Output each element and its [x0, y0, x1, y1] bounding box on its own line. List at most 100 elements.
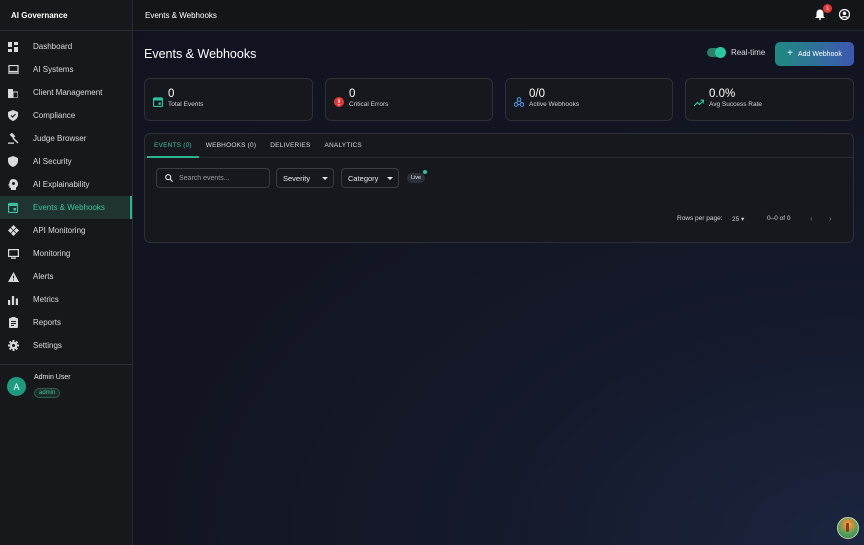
events-panel: EVENTS (0) WEBHOOKS (0) DELIVERIES ANALY…: [144, 133, 854, 243]
chevron-down-icon: [322, 177, 328, 180]
event-icon: [7, 202, 19, 214]
tab-deliveries[interactable]: DELIVERIES: [263, 134, 317, 157]
page-title: Events & Webhooks: [144, 47, 257, 61]
sidebar-item-ai-systems[interactable]: AI Systems: [0, 58, 132, 81]
account-circle-icon: [838, 8, 851, 22]
sidebar-item-label: API Monitoring: [33, 226, 86, 235]
previous-page-button[interactable]: ‹: [810, 214, 813, 223]
tab-events[interactable]: EVENTS (0): [147, 134, 199, 158]
topbar: Events & Webhooks 1: [133, 0, 864, 31]
sidebar-item-label: Metrics: [33, 295, 59, 304]
pagination-range: 0–0 of 0: [767, 215, 791, 222]
tab-bar: EVENTS (0) WEBHOOKS (0) DELIVERIES ANALY…: [145, 134, 853, 158]
search-field[interactable]: [156, 168, 270, 188]
live-label: Live: [411, 175, 422, 181]
api-icon: [7, 225, 19, 237]
webhook-icon: [513, 94, 525, 107]
report-icon: [7, 317, 19, 329]
plus-icon: +: [787, 48, 793, 59]
tab-webhooks[interactable]: WEBHOOKS (0): [199, 134, 263, 157]
bell-icon: [815, 9, 825, 22]
sidebar-item-dashboard[interactable]: Dashboard: [0, 35, 132, 58]
stat-card-avg-success-rate: 0.0% Avg Success Rate: [685, 78, 854, 121]
stat-label: Total Events: [168, 101, 204, 108]
gear-icon: [7, 340, 19, 352]
rows-per-page-label: Rows per page:: [677, 215, 723, 222]
trending-up-icon: [693, 94, 705, 107]
account-button[interactable]: [838, 8, 851, 22]
sidebar-item-metrics[interactable]: Metrics: [0, 288, 132, 311]
category-label: Category: [348, 173, 379, 183]
realtime-toggle[interactable]: Real-time: [707, 47, 766, 58]
category-select[interactable]: Category: [341, 168, 399, 188]
sidebar-item-client-management[interactable]: Client Management: [0, 81, 132, 104]
warning-icon: [7, 271, 19, 283]
stat-value: 0: [168, 88, 175, 100]
sidebar-item-label: Alerts: [33, 272, 54, 281]
business-icon: [7, 87, 19, 99]
add-webhook-button[interactable]: + Add Webhook: [775, 42, 854, 66]
sidebar-item-api-monitoring[interactable]: API Monitoring: [0, 219, 132, 242]
stat-value: 0.0%: [709, 88, 736, 100]
sidebar-item-ai-explainability[interactable]: AI Explainability: [0, 173, 132, 196]
sidebar-item-label: Settings: [33, 341, 62, 350]
tab-analytics[interactable]: ANALYTICS: [318, 134, 369, 157]
rows-per-page-select[interactable]: 25 ▾: [732, 215, 744, 223]
severity-label: Severity: [283, 173, 311, 183]
add-webhook-label: Add Webhook: [797, 50, 842, 58]
sidebar-item-label: Events & Webhooks: [33, 203, 105, 212]
notification-count-badge: 1: [823, 4, 832, 13]
sidebar-item-label: Reports: [33, 318, 62, 327]
sidebar-item-monitoring[interactable]: Monitoring: [0, 242, 132, 265]
sidebar-item-compliance[interactable]: Compliance: [0, 104, 132, 127]
notifications-button[interactable]: 1: [815, 4, 832, 22]
sidebar-item-alerts[interactable]: Alerts: [0, 265, 132, 288]
chevron-down-icon: [387, 177, 393, 180]
stat-value: 0/0: [529, 88, 545, 100]
app-title: AI Governance: [0, 0, 132, 31]
assistant-fab-button[interactable]: [837, 517, 859, 539]
stat-label: Avg Success Rate: [709, 101, 762, 108]
next-page-button[interactable]: ›: [829, 214, 832, 223]
user-role-badge: admin: [34, 388, 61, 398]
stat-card-total-events: 0 Total Events: [144, 78, 313, 121]
avatar: A: [7, 377, 26, 396]
sidebar-item-events-webhooks[interactable]: Events & Webhooks: [0, 196, 132, 219]
dashboard-icon: [7, 41, 19, 53]
psychology-icon: [7, 179, 19, 191]
sidebar-item-label: AI Security: [33, 157, 72, 166]
stat-card-critical-errors: 0 Critical Errors: [325, 78, 493, 121]
user-name: Admin User: [34, 374, 71, 381]
monitor-icon: [7, 248, 19, 260]
search-icon: [165, 169, 174, 187]
sidebar-item-label: Compliance: [33, 111, 76, 120]
live-chip: Live: [407, 170, 428, 183]
error-icon: [334, 94, 344, 107]
stat-label: Critical Errors: [349, 101, 389, 108]
sidebar-item-label: Judge Browser: [33, 134, 87, 143]
laptop-icon: [7, 64, 19, 76]
realtime-label: Real-time: [731, 48, 766, 57]
shield-check-icon: [7, 110, 19, 122]
stat-value: 0: [349, 88, 356, 100]
sidebar-item-settings[interactable]: Settings: [0, 334, 132, 357]
sidebar: AI Governance Dashboard AI Systems Clien…: [0, 0, 133, 545]
sidebar-item-label: Monitoring: [33, 249, 71, 258]
sidebar-item-label: Client Management: [33, 88, 103, 97]
topbar-title: Events & Webhooks: [145, 10, 217, 20]
sidebar-item-label: AI Explainability: [33, 180, 90, 189]
severity-select[interactable]: Severity: [276, 168, 334, 188]
bar-chart-icon: [7, 294, 19, 306]
user-profile[interactable]: A Admin User admin: [0, 365, 132, 399]
sidebar-item-label: AI Systems: [33, 65, 74, 74]
realtime-switch[interactable]: [707, 47, 726, 58]
stat-label: Active Webhooks: [529, 101, 580, 108]
search-input[interactable]: [179, 174, 263, 182]
sidebar-item-reports[interactable]: Reports: [0, 311, 132, 334]
sidebar-item-label: Dashboard: [33, 42, 73, 51]
gavel-icon: [7, 133, 19, 145]
shield-icon: [7, 156, 19, 168]
sidebar-item-judge-browser[interactable]: Judge Browser: [0, 127, 132, 150]
sidebar-item-ai-security[interactable]: AI Security: [0, 150, 132, 173]
sidebar-nav: Dashboard AI Systems Client Management C…: [0, 31, 132, 357]
